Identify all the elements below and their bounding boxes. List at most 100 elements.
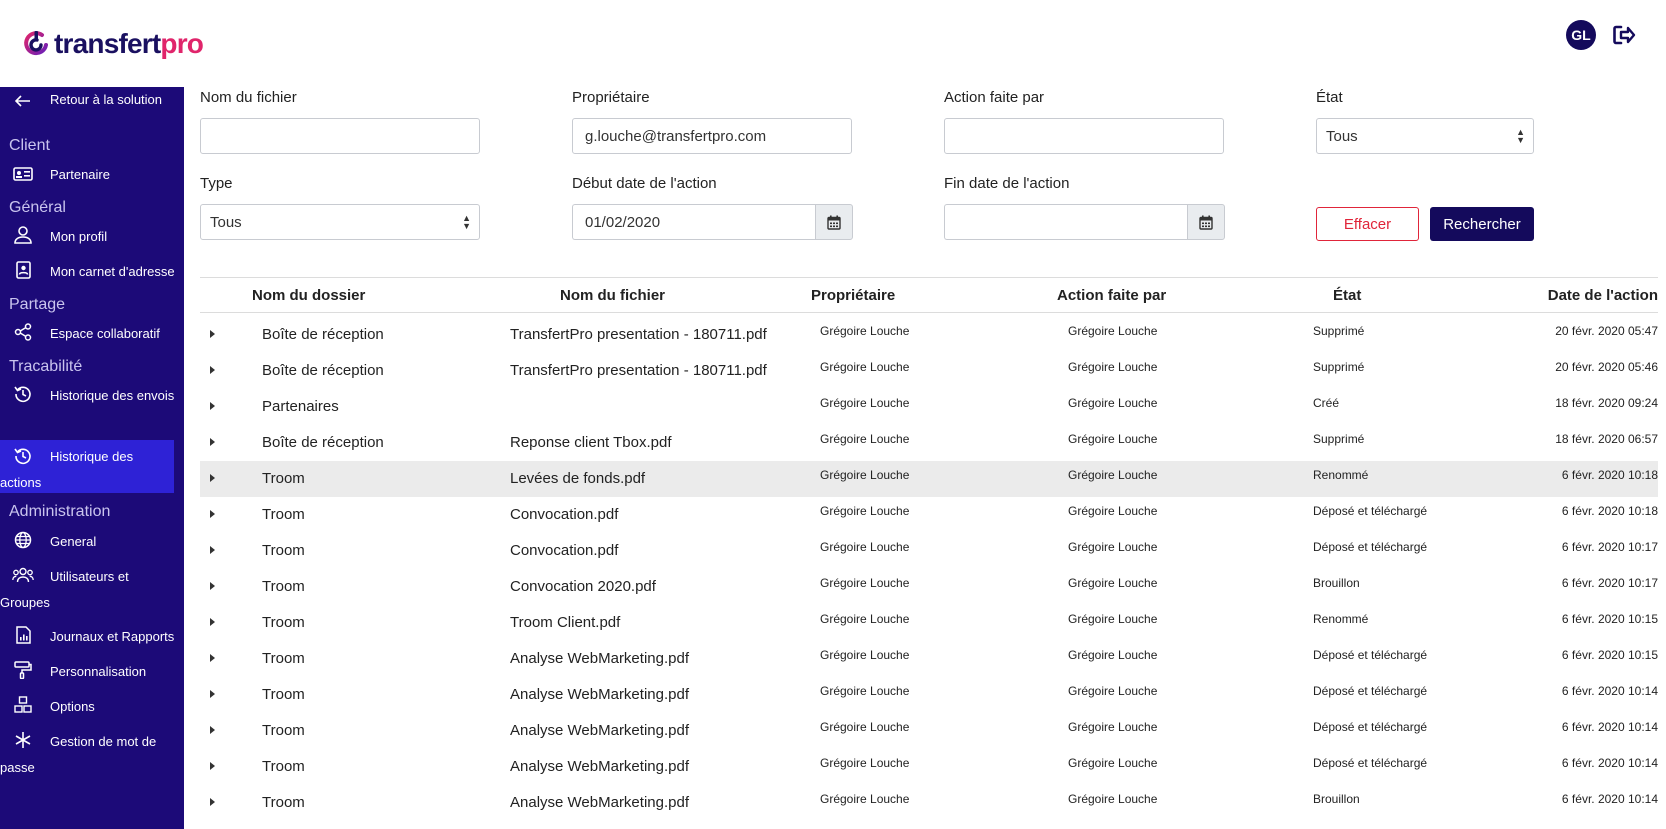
table-row[interactable]: Troom Convocation.pdf Grégoire Louche Grégo… [200,497,1658,533]
cell-date: 6 févr. 2020 10:17 [1561,540,1658,554]
table-row[interactable]: Boîte de réception TransfertPro presentat… [200,317,1658,353]
table-row[interactable]: Troom Convocation 2020.pdf Grégoire Louche… [200,569,1658,605]
cell-action-by: Grégoire Louche [1068,576,1158,590]
header-file[interactable]: Nom du fichier [560,287,665,304]
expand-caret-icon[interactable] [210,798,215,806]
cell-owner: Grégoire Louche [820,684,910,698]
sidebar-item-personnalisation[interactable]: Personnalisation [0,659,174,683]
table-row[interactable]: Troom Analyse WebMarketing.pdf Grégoire Lo… [200,677,1658,713]
logo-icon [24,31,48,56]
expand-caret-icon[interactable] [210,762,215,770]
sidebar-item-carnet[interactable]: Mon carnet d'adresse [0,259,175,283]
user-area: GL [1566,20,1636,50]
search-button[interactable]: Rechercher [1430,207,1534,241]
cell-file: Analyse WebMarketing.pdf [510,758,689,775]
table-row[interactable]: Troom Analyse WebMarketing.pdf Grégoire Lo… [200,785,1658,821]
action-by-input[interactable] [944,118,1224,154]
cell-state: Supprimé [1313,360,1365,374]
cell-owner: Grégoire Louche [820,576,910,590]
expand-caret-icon[interactable] [210,402,215,410]
cell-state: Brouillon [1313,792,1360,806]
cell-date: 18 févr. 2020 06:57 [1555,432,1658,446]
cell-state: Brouillon [1313,576,1360,590]
user-icon [12,225,34,245]
logo-text: transfertpro [54,28,204,59]
table-row[interactable]: Troom Analyse WebMarketing.pdf Grégoire Lo… [200,749,1658,785]
user-avatar[interactable]: GL [1566,20,1596,50]
header-date[interactable]: Date de l'action [1548,287,1658,304]
table-row[interactable]: Boîte de réception TransfertPro presentat… [200,353,1658,389]
sidebar-item-espace[interactable]: Espace collaboratif [0,321,174,345]
expand-caret-icon[interactable] [210,546,215,554]
sidebar-item-options[interactable]: Options [0,694,174,718]
expand-caret-icon[interactable] [210,366,215,374]
sidebar-item-label: Mon profil [50,229,108,244]
cell-owner: Grégoire Louche [820,360,910,374]
sidebar-item-mon-profil[interactable]: Mon profil [0,224,174,248]
sidebar-item-historique-actions[interactable]: Historique des actions [0,440,174,493]
action-by-label: Action faite par [944,89,1045,106]
sidebar-item-general[interactable]: General [0,529,174,553]
owner-input[interactable]: g.louche@transfertpro.com [572,118,852,154]
header-owner[interactable]: Propriétaire [811,287,895,304]
sidebar-item-journaux[interactable]: Journaux et Rapports [0,624,174,648]
start-date-label: Début date de l'action [572,175,717,192]
table-row[interactable]: Troom Troom Client.pdf Grégoire Louche Grég… [200,605,1658,641]
expand-caret-icon[interactable] [210,510,215,518]
table-row[interactable]: Troom Levées de fonds.pdf Grégoire Louche G… [200,461,1658,497]
expand-caret-icon[interactable] [210,654,215,662]
expand-caret-icon[interactable] [210,438,215,446]
back-to-solution-link[interactable]: Retour à la solution [0,87,184,117]
table-row[interactable]: Boîte de réception Reponse client Tbox.pd… [200,425,1658,461]
sidebar-item-partenaire[interactable]: Partenaire [0,162,174,186]
cell-action-by: Grégoire Louche [1068,684,1158,698]
paint-roller-icon [12,660,34,680]
start-date-input[interactable]: 01/02/2020 [572,204,815,240]
expand-caret-icon[interactable] [210,582,215,590]
cell-action-by: Grégoire Louche [1068,432,1158,446]
sidebar-item-historique-envois[interactable]: Historique des envois [0,383,174,407]
clear-button[interactable]: Effacer [1316,207,1419,241]
cell-state: Créé [1313,396,1340,410]
table-row[interactable]: Troom Analyse WebMarketing.pdf Grégoire Lo… [200,713,1658,749]
expand-caret-icon[interactable] [210,726,215,734]
sidebar-item-utilisateurs[interactable]: Utilisateurs et Groupes [0,564,174,612]
cell-folder: Troom [262,542,305,559]
header-action-by[interactable]: Action faite par [1057,287,1166,304]
cell-owner: Grégoire Louche [820,792,910,806]
header-folder[interactable]: Nom du dossier [252,287,365,304]
cell-state: Déposé et téléchargé [1313,648,1428,662]
table-row[interactable]: Troom Convocation.pdf Grégoire Louche Grégo… [200,533,1658,569]
cell-state: Déposé et téléchargé [1313,684,1428,698]
sidebar-item-mot-de-passe[interactable]: Gestion de mot de passe [0,729,174,777]
cell-file: Convocation.pdf [510,542,619,559]
cell-file: Convocation.pdf [510,506,619,523]
state-label: État [1316,89,1343,106]
cell-folder: Troom [262,758,305,775]
owner-label: Propriétaire [572,89,650,106]
table-row[interactable]: Partenaires Grégoire Louche Grégoire Louch… [200,389,1658,425]
cell-file: Troom Client.pdf [510,614,621,631]
expand-caret-icon[interactable] [210,690,215,698]
header-state[interactable]: État [1333,287,1361,304]
logout-icon[interactable] [1612,24,1636,46]
cell-date: 6 févr. 2020 10:14 [1561,756,1658,770]
table-header: Nom du dossier Nom du fichier Propriétai… [200,277,1658,313]
cell-file: TransfertPro presentation - 180711.pdf [510,362,767,379]
cell-date: 20 févr. 2020 05:46 [1555,360,1658,374]
start-date-calendar-button[interactable] [815,204,853,240]
expand-caret-icon[interactable] [210,474,215,482]
globe-icon [12,530,34,550]
sidebar-item-label: Historique des [50,449,134,464]
table-row[interactable]: Troom Analyse WebMarketing.pdf Grégoire Lo… [200,641,1658,677]
type-select[interactable]: Tous ▲ ▼ [200,204,480,240]
file-name-input[interactable] [200,118,480,154]
expand-caret-icon[interactable] [210,330,215,338]
logo: transfertpro [22,28,204,60]
state-select[interactable]: Tous ▲ ▼ [1316,118,1534,154]
expand-caret-icon[interactable] [210,618,215,626]
report-icon [12,625,34,645]
end-date-label: Fin date de l'action [944,175,1070,192]
end-date-calendar-button[interactable] [1187,204,1225,240]
end-date-input[interactable] [944,204,1187,240]
